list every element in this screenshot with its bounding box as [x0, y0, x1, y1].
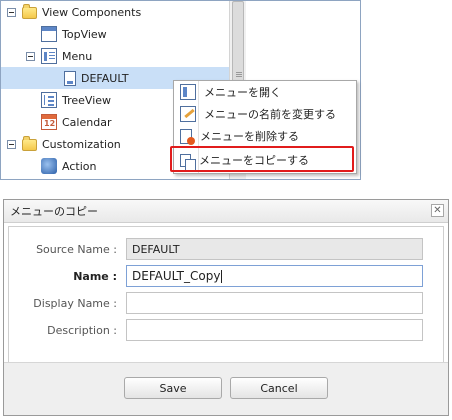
dialog-title: メニューのコピー — [10, 205, 98, 218]
tree-item-label: View Components — [42, 5, 142, 19]
window-icon — [41, 26, 57, 42]
tree-item-label: DEFAULT — [81, 71, 129, 85]
description-label: Description : — [47, 324, 117, 337]
tree-item-label: Menu — [62, 49, 93, 63]
name-label: Name : — [73, 270, 117, 283]
form-row-display-name: Display Name : — [9, 292, 443, 316]
folder-icon — [22, 136, 37, 151]
tree-item-label: Calendar — [62, 115, 112, 129]
tree-item-customization[interactable]: Customization — [7, 133, 121, 155]
display-name-label: Display Name : — [33, 297, 117, 310]
source-name-field: DEFAULT — [126, 238, 423, 260]
tree-item-topview[interactable]: TopView — [41, 23, 107, 45]
menu-item-label: メニューの名前を変更する — [204, 108, 336, 121]
name-value: DEFAULT_Copy — [132, 269, 221, 283]
copy-menu-dialog: メニューのコピー ✕ Source Name : DEFAULT Name : … — [3, 199, 449, 416]
tree-item-treeview[interactable]: TreeView — [41, 89, 111, 111]
source-name-label: Source Name : — [36, 243, 117, 256]
form-row-source-name: Source Name : DEFAULT — [9, 238, 443, 262]
tree-item-calendar[interactable]: Calendar — [41, 111, 111, 133]
action-icon — [41, 158, 57, 174]
scrollbar-thumb[interactable] — [232, 1, 244, 91]
menu-item-rename[interactable]: メニューの名前を変更する — [174, 103, 356, 125]
collapse-icon[interactable] — [7, 139, 16, 149]
page-icon — [64, 70, 76, 86]
grip-icon — [236, 72, 242, 73]
tree-item-menu[interactable]: Menu — [26, 45, 92, 67]
dialog-footer: Save Cancel — [4, 362, 448, 415]
menu-item-delete[interactable]: メニューを削除する — [174, 125, 356, 147]
form-row-name: Name : DEFAULT_Copy — [9, 265, 443, 289]
dialog-body: Source Name : DEFAULT Name : DEFAULT_Cop… — [8, 226, 444, 363]
source-name-value: DEFAULT — [132, 242, 180, 256]
folder-icon — [22, 4, 37, 19]
menu-item-open[interactable]: メニューを開く — [174, 81, 356, 103]
tree-item-label: Action — [62, 159, 97, 173]
tree-icon — [41, 92, 57, 108]
highlight-box — [170, 146, 354, 172]
menu-item-label: メニューを開く — [204, 86, 281, 99]
rename-icon — [180, 106, 196, 122]
text-caret — [221, 269, 223, 283]
tree-item-action[interactable]: Action — [41, 155, 96, 177]
dialog-titlebar[interactable]: メニューのコピー ✕ — [4, 200, 448, 223]
tree-item-view-components[interactable]: View Components — [7, 1, 141, 23]
description-input[interactable] — [126, 319, 423, 341]
tree-item-label: TopView — [62, 27, 107, 41]
menu-item-label: メニューを削除する — [200, 130, 299, 143]
tree-item-label: TreeView — [62, 93, 112, 107]
calendar-icon — [41, 114, 57, 130]
save-button[interactable]: Save — [124, 377, 222, 399]
menu-icon — [41, 48, 57, 64]
close-icon[interactable]: ✕ — [431, 204, 444, 217]
collapse-icon[interactable] — [7, 7, 16, 17]
delete-icon — [180, 128, 195, 145]
collapse-icon[interactable] — [26, 51, 35, 61]
name-input[interactable]: DEFAULT_Copy — [126, 265, 423, 287]
tree-item-label: Customization — [42, 137, 121, 151]
form-row-description: Description : — [9, 319, 443, 343]
display-name-input[interactable] — [126, 292, 423, 314]
open-menu-icon — [180, 84, 196, 100]
cancel-button[interactable]: Cancel — [230, 377, 328, 399]
